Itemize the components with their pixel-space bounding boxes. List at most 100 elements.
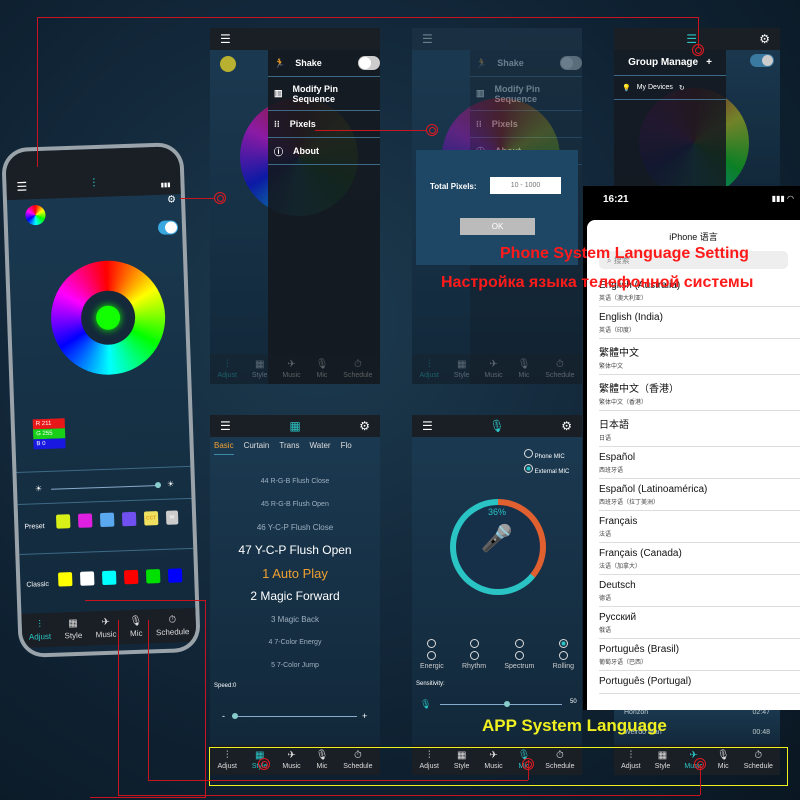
language-item[interactable]: Español (Latinoamérica) 西班牙语（拉丁美洲） xyxy=(599,479,800,511)
external-mic-radio[interactable]: External MIC xyxy=(524,464,569,479)
settings-icon[interactable]: ⚙ xyxy=(561,419,572,433)
menu-item-pixels[interactable]: ⁝⁝ Pixels xyxy=(470,111,582,138)
microphone-icon[interactable]: 🎤 xyxy=(412,523,582,554)
pixels-icon: ⁝⁝ xyxy=(274,118,280,129)
menu-icon[interactable]: ☰ xyxy=(220,419,231,433)
nav-mic[interactable]: 🎙 Mic xyxy=(316,359,329,379)
effect-item[interactable]: 2 Magic Forward xyxy=(210,585,380,608)
language-item[interactable]: 繁體中文 繁体中文 xyxy=(599,339,800,375)
classic-swatch[interactable] xyxy=(79,571,95,586)
menu-item-modify-pin-sequence[interactable]: ▥ Modify Pin Sequence xyxy=(470,77,582,111)
menu-item-shake[interactable]: 🏃 Shake xyxy=(470,50,582,77)
power-toggle[interactable] xyxy=(750,54,774,67)
effect-item[interactable]: 4 7-Color Energy xyxy=(210,631,380,654)
shake-toggle[interactable] xyxy=(560,56,582,70)
mode-radio[interactable] xyxy=(558,639,568,648)
preset-swatch[interactable] xyxy=(121,511,137,527)
tab-flo[interactable]: Flo xyxy=(341,441,352,455)
mode-radio[interactable] xyxy=(514,651,524,660)
menu-item-modify-pin-sequence[interactable]: ▥ Modify Pin Sequence xyxy=(268,77,380,111)
preset-white[interactable]: W xyxy=(165,510,179,525)
effect-item[interactable]: 3 Magic Back xyxy=(210,608,380,631)
classic-swatch[interactable] xyxy=(145,569,161,584)
nav-style[interactable]: ▦ Style xyxy=(454,359,470,379)
power-toggle[interactable] xyxy=(157,220,179,235)
menu-item-about[interactable]: ⓘ About xyxy=(268,138,380,165)
language-name: English (India) xyxy=(599,312,663,323)
nav-mic[interactable]: 🎙 Mic xyxy=(129,616,142,638)
sensitivity-slider[interactable]: 🎙 50 xyxy=(420,699,580,710)
menu-item-label: About xyxy=(293,146,320,156)
language-item[interactable]: Español 西班牙语 xyxy=(599,447,800,479)
ok-button[interactable]: OK xyxy=(460,218,535,235)
mode-energic[interactable]: Energic xyxy=(420,639,444,670)
effect-item[interactable]: 47 Y-C-P Flush Open xyxy=(210,539,380,562)
effect-item[interactable]: 5 7-Color Jump xyxy=(210,654,380,677)
menu-item-pixels[interactable]: ⁝⁝ Pixels xyxy=(268,111,380,138)
language-item[interactable]: English (India) 英语（印度） xyxy=(599,307,800,339)
nav-style[interactable]: ▦ Style xyxy=(64,618,82,640)
language-item[interactable]: Français 法语 xyxy=(599,511,800,543)
settings-icon[interactable]: ⚙ xyxy=(167,194,176,205)
menu-icon[interactable]: ☰ xyxy=(422,419,433,433)
color-ball-icon[interactable] xyxy=(25,204,46,226)
tab-basic[interactable]: Basic xyxy=(214,441,234,455)
nav-music[interactable]: ✈ Music xyxy=(484,359,502,379)
nav-mic[interactable]: 🎙 Mic xyxy=(518,359,531,379)
preset-swatch[interactable] xyxy=(77,513,93,528)
mode-spectrum[interactable]: Spectrum xyxy=(504,639,534,670)
language-item[interactable]: 繁體中文（香港） 繁体中文（香港） xyxy=(599,375,800,411)
language-item[interactable]: Português (Brasil) 葡萄牙语（巴西） xyxy=(599,639,800,671)
classic-swatch[interactable] xyxy=(167,568,183,583)
mode-rolling[interactable]: Rolling xyxy=(553,639,574,670)
classic-swatch[interactable] xyxy=(57,572,73,587)
preset-swatch[interactable] xyxy=(55,514,71,529)
menu-icon[interactable]: ☰ xyxy=(16,179,27,193)
preset-cct[interactable]: CCT xyxy=(143,511,159,526)
modify-pin-sequence-icon: ▥ xyxy=(274,88,283,98)
mode-radio[interactable] xyxy=(514,639,524,648)
nav-schedule[interactable]: ⏱ Schedule xyxy=(155,614,190,638)
effect-item[interactable]: 1 Auto Play xyxy=(210,562,380,585)
language-item[interactable]: Русский 俄语 xyxy=(599,607,800,639)
phone-mic-radio[interactable]: Phone MIC xyxy=(524,449,569,464)
mode-radio[interactable] xyxy=(469,639,479,648)
nav-style[interactable]: ▦ Style xyxy=(252,359,268,379)
mode-radio[interactable] xyxy=(427,651,437,660)
mode-radio[interactable] xyxy=(427,639,437,648)
language-item[interactable]: Deutsch 德语 xyxy=(599,575,800,607)
mode-radio[interactable] xyxy=(469,651,479,660)
nav-schedule[interactable]: ⏱ Schedule xyxy=(343,359,372,379)
tab-trans[interactable]: Trans xyxy=(279,441,299,455)
language-item[interactable]: 日本語 日语 xyxy=(599,411,800,447)
tab-water[interactable]: Water xyxy=(310,441,331,455)
nav-music[interactable]: ✈ Music xyxy=(95,617,117,639)
settings-icon[interactable]: ⚙ xyxy=(359,419,370,433)
nav-adjust[interactable]: ⫶ Adjust xyxy=(217,359,236,379)
speed-slider[interactable]: - + xyxy=(222,711,372,721)
effect-item[interactable]: 45 R-G-B Flush Open xyxy=(210,493,380,516)
language-item[interactable]: Português (Portugal) xyxy=(599,671,800,694)
nav-adjust[interactable]: ⫶ Adjust xyxy=(419,359,438,379)
refresh-icon[interactable]: ↻ xyxy=(679,84,685,92)
bottom-nav: ⫶ Adjust ▦ Style ✈ Music 🎙 Mic ⏱ Schedule xyxy=(210,354,380,384)
classic-swatch[interactable] xyxy=(123,569,139,585)
preset-swatch[interactable] xyxy=(99,512,115,528)
mode-radio[interactable] xyxy=(558,651,568,660)
brightness-slider[interactable]: ☀ ☀ xyxy=(35,479,185,494)
nav-schedule[interactable]: ⏱ Schedule xyxy=(545,359,574,379)
nav-adjust[interactable]: ⫶ Adjust xyxy=(28,619,52,641)
effect-item[interactable]: 46 Y-C-P Flush Close xyxy=(210,516,380,539)
total-pixels-input[interactable] xyxy=(490,177,561,194)
mode-rhythm[interactable]: Rhythm xyxy=(462,639,486,670)
my-devices-label[interactable]: My Devices xyxy=(637,84,673,91)
menu-item-shake[interactable]: 🏃 Shake xyxy=(268,50,380,77)
effect-item[interactable]: 44 R-G-B Flush Close xyxy=(210,470,380,493)
tab-curtain[interactable]: Curtain xyxy=(244,441,270,455)
classic-swatch[interactable] xyxy=(101,570,117,586)
language-item[interactable]: Français (Canada) 法语（加拿大） xyxy=(599,543,800,575)
add-group-button[interactable]: + xyxy=(706,57,712,68)
nav-music[interactable]: ✈ Music xyxy=(282,359,300,379)
shake-toggle[interactable] xyxy=(358,56,380,70)
music-icon: ✈ xyxy=(287,359,296,370)
